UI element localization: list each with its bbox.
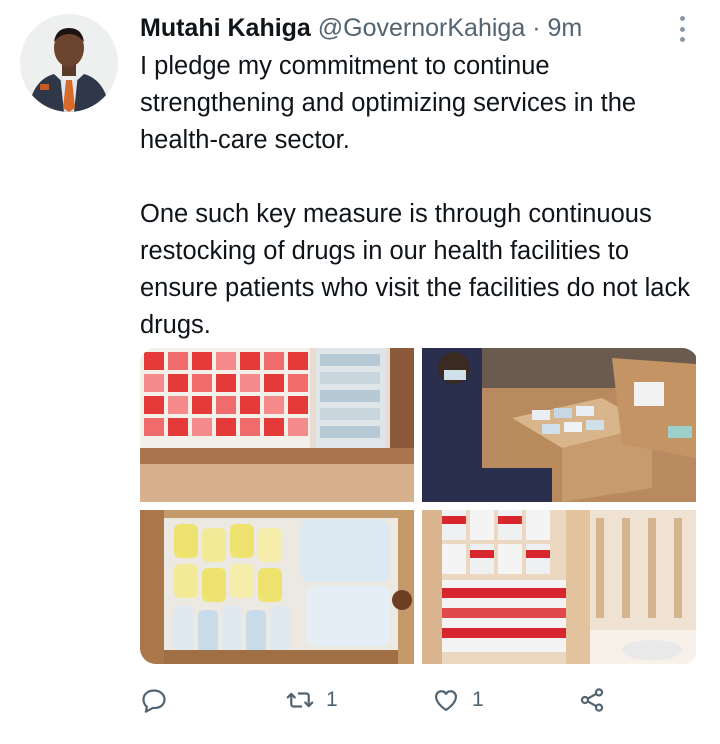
retweet-count: 1: [326, 688, 338, 711]
tweet-text: I pledge my commitment to continue stren…: [140, 48, 710, 344]
heart-icon: [434, 690, 458, 712]
retweet-icon: [286, 692, 314, 708]
share-button[interactable]: [578, 680, 606, 720]
avatar[interactable]: [20, 14, 118, 112]
tweet-paragraph-2: One such key measure is through continuo…: [140, 200, 690, 339]
tweet-actions: 1 1: [140, 680, 620, 720]
stacked-cartons-photo[interactable]: [422, 510, 696, 664]
more-options-icon[interactable]: [672, 14, 692, 44]
timestamp[interactable]: 9m: [547, 14, 582, 42]
bagged-supplies-photo[interactable]: [140, 510, 414, 664]
boxes-unpacking-photo[interactable]: [422, 348, 696, 502]
like-count: 1: [472, 688, 484, 711]
tweet-paragraph-1: I pledge my commitment to continue stren…: [140, 52, 637, 154]
media-grid: [140, 348, 698, 664]
retweet-button[interactable]: 1: [286, 680, 338, 720]
tweet-card[interactable]: Mutahi Kahiga @GovernorKahiga · 9m I ple…: [0, 0, 720, 744]
separator-dot: ·: [532, 14, 541, 42]
like-button[interactable]: 1: [432, 680, 484, 720]
share-icon: [580, 688, 604, 712]
reply-icon: [142, 689, 166, 713]
tweet-header: Mutahi Kahiga @GovernorKahiga · 9m: [140, 12, 660, 44]
reply-button[interactable]: [140, 680, 168, 720]
profile-photo: [20, 14, 118, 112]
author-name[interactable]: Mutahi Kahiga: [140, 14, 311, 42]
author-handle[interactable]: @GovernorKahiga: [318, 14, 525, 42]
drug-shelves-photo[interactable]: [140, 348, 414, 502]
